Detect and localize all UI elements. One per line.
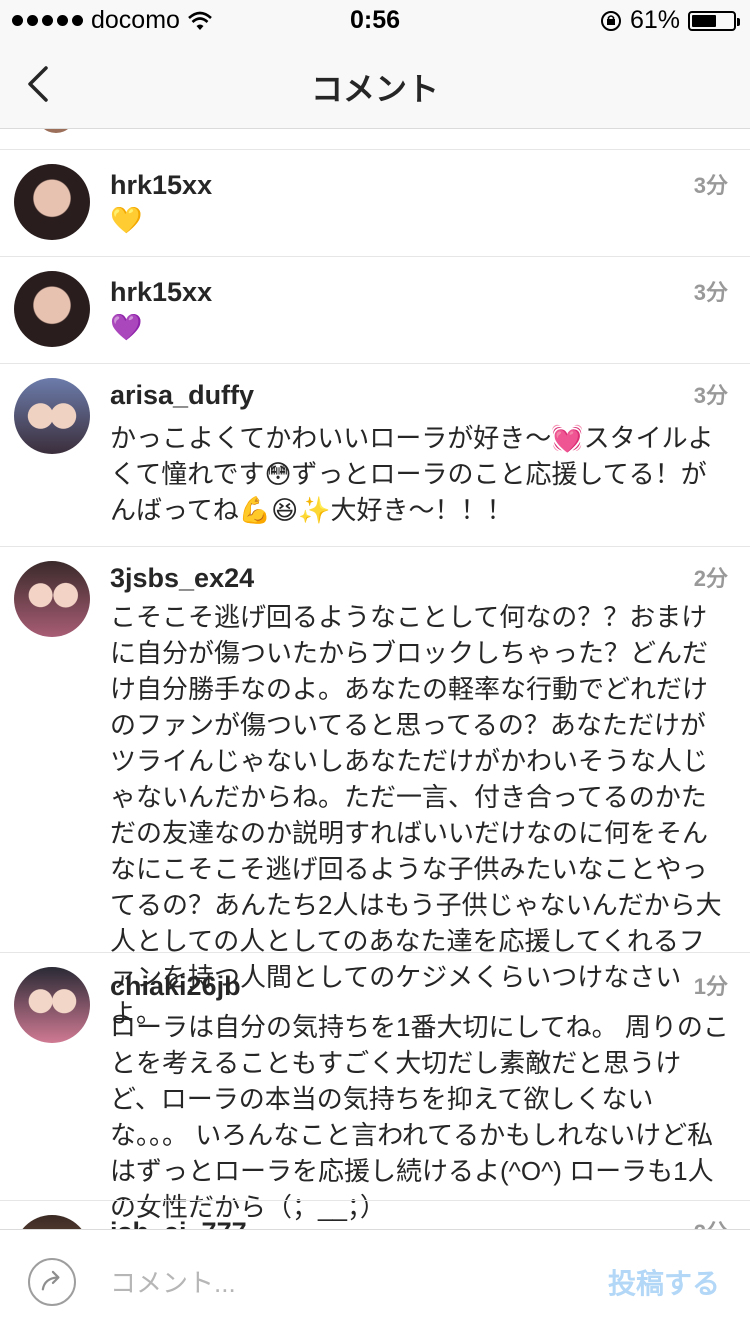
comment-time: 2分 xyxy=(694,1215,728,1229)
comment-composer: 投稿する xyxy=(0,1229,750,1335)
comment-time: 2分 xyxy=(693,566,728,591)
share-arrow-icon[interactable] xyxy=(28,1258,76,1306)
comment-time: 3分 xyxy=(693,280,728,305)
comment-username[interactable]: hrk15xx xyxy=(110,277,212,308)
comment-text: かっこよくてかわいいローラが好き〜💓スタイルよくて憧れです😳ずっとローラのこと応… xyxy=(110,423,714,525)
comment-text: 💛 xyxy=(110,205,143,235)
comment-item: chiaki26jb 1分 ローラは自分の気持ちを1番大切にしてね。 周りのこと… xyxy=(0,952,750,1222)
partial-comment xyxy=(0,129,750,149)
avatar[interactable] xyxy=(14,164,90,240)
nav-bar: コメント xyxy=(0,40,750,129)
comment-item: hrk15xx 3分 💛 xyxy=(0,149,750,256)
comment-item: ish_ai_777 2分 xyxy=(0,1200,750,1229)
status-right: 61% xyxy=(600,6,740,35)
comment-time: 3分 xyxy=(693,173,728,198)
post-button[interactable]: 投稿する xyxy=(608,1262,720,1302)
battery-level xyxy=(692,14,716,27)
comment-username[interactable]: ish_ai_777 xyxy=(110,1217,247,1229)
comment-item: arisa_duffy 3分 かっこよくてかわいいローラが好き〜💓スタイルよくて… xyxy=(0,363,750,546)
comment-item: hrk15xx 3分 💜 xyxy=(0,256,750,363)
avatar[interactable] xyxy=(14,271,90,347)
status-bar: docomo 0:56 61% xyxy=(0,0,750,40)
avatar xyxy=(36,129,76,133)
avatar[interactable] xyxy=(14,1215,90,1229)
comment-input[interactable] xyxy=(108,1260,572,1306)
comment-time: 1分 xyxy=(693,974,728,999)
comment-username[interactable]: chiaki26jb xyxy=(110,971,241,1002)
avatar[interactable] xyxy=(14,967,90,1043)
battery-icon xyxy=(688,10,740,31)
comment-item: 3jsbs_ex24 2分 こそこそ逃げ回るようなことして何なの？？おまけに自分… xyxy=(0,546,750,1028)
comment-time: 3分 xyxy=(693,383,728,408)
avatar[interactable] xyxy=(14,561,90,637)
page-title: コメント xyxy=(310,71,439,107)
battery-percent: 61% xyxy=(629,6,680,34)
comment-text: 💜 xyxy=(110,312,143,342)
rotation-lock-icon xyxy=(600,10,621,31)
comment-text: ローラは自分の気持ちを1番大切にしてね。 周りのことを考えることもすごく大切だし… xyxy=(110,1012,729,1222)
avatar[interactable] xyxy=(14,378,90,454)
comment-username[interactable]: arisa_duffy xyxy=(110,380,254,411)
comment-username[interactable]: hrk15xx xyxy=(110,170,212,201)
comment-list[interactable]: hrk15xx 3分 💛 hrk15xx 3分 💜 arisa_duffy 3分… xyxy=(0,129,750,1229)
comment-username[interactable]: 3jsbs_ex24 xyxy=(110,563,254,594)
